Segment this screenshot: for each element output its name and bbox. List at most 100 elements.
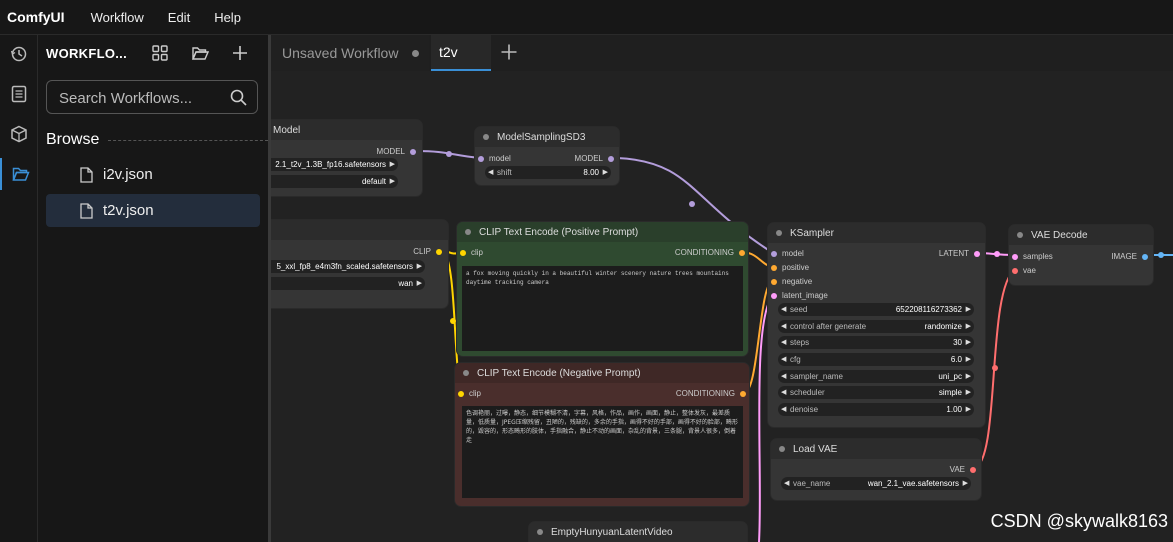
input-samples[interactable]: samples [1012, 252, 1053, 261]
arrow-left-icon[interactable]: ◀ [781, 322, 786, 330]
node-collapse-dot[interactable] [1017, 232, 1023, 238]
arrow-right-icon[interactable]: ▶ [966, 338, 971, 346]
browse-heading: Browse [46, 131, 100, 148]
input-negative[interactable]: negative [771, 277, 812, 286]
input-clip[interactable]: clip [460, 248, 483, 257]
widget-value: wan_2.1_vae.safetensors [867, 479, 959, 488]
node-collapse-dot[interactable] [463, 370, 469, 376]
widget-sampler-name[interactable]: ◀ sampler_name uni_pc ▶ [778, 370, 974, 383]
widget-label: denoise [790, 405, 819, 414]
output-clip[interactable]: CLIP [413, 247, 442, 256]
node-collapse-dot[interactable] [776, 230, 782, 236]
node-clip-text-encode-positive[interactable]: CLIP Text Encode (Positive Prompt) clip … [457, 222, 748, 356]
output-model[interactable]: MODEL [377, 147, 416, 156]
arrow-left-icon[interactable]: ◀ [781, 355, 786, 363]
node-clip-text-encode-negative[interactable]: CLIP Text Encode (Negative Prompt) clip … [455, 363, 749, 506]
input-model[interactable]: model [771, 249, 804, 258]
arrow-left-icon[interactable]: ◀ [781, 405, 786, 413]
output-image[interactable]: IMAGE [1111, 252, 1148, 261]
tab-t2v[interactable]: t2v [431, 35, 491, 71]
search-icon[interactable] [230, 89, 247, 111]
node-collapse-dot[interactable] [779, 446, 785, 452]
arrow-right-icon[interactable]: ▶ [417, 262, 422, 270]
node-collapse-dot[interactable] [483, 134, 489, 140]
arrow-left-icon[interactable]: ◀ [781, 305, 786, 313]
arrow-right-icon[interactable]: ▶ [966, 355, 971, 363]
workflow-file-item-selected[interactable]: t2v.json [46, 194, 260, 227]
input-vae[interactable]: vae [1012, 266, 1036, 275]
widget-weight-dtype[interactable]: default ▶ [271, 175, 398, 188]
node-collapse-dot[interactable] [537, 529, 543, 535]
port-label: CONDITIONING [675, 389, 735, 398]
arrow-left-icon[interactable]: ◀ [488, 168, 493, 176]
widget-cfg[interactable]: ◀ cfg 6.0 ▶ [778, 353, 974, 366]
arrow-right-icon[interactable]: ▶ [966, 388, 971, 396]
widget-shift[interactable]: ◀ shift 8.00 ▶ [485, 166, 611, 179]
menu-workflow[interactable]: Workflow [91, 10, 144, 25]
search-workflows-input[interactable] [57, 87, 226, 109]
new-tab-plus-icon[interactable] [500, 43, 518, 66]
port-dot [478, 155, 484, 162]
port-dot [771, 292, 777, 299]
menu-edit[interactable]: Edit [168, 10, 190, 25]
arrow-right-icon[interactable]: ▶ [966, 372, 971, 380]
widget-vae-name[interactable]: ◀ vae_name wan_2.1_vae.safetensors ▶ [781, 477, 971, 490]
widget-clip-type[interactable]: wan ▶ [271, 277, 425, 290]
input-model[interactable]: model [478, 154, 511, 163]
workflows-folder-icon[interactable] [0, 158, 39, 190]
node-empty-hunyuan-latent-video[interactable]: EmptyHunyuanLatentVideo [529, 522, 747, 542]
grid-view-icon[interactable] [150, 43, 170, 63]
input-latent-image[interactable]: latent_image [771, 291, 828, 300]
output-vae[interactable]: VAE [950, 465, 976, 474]
output-conditioning[interactable]: CONDITIONING [675, 248, 745, 257]
arrow-right-icon[interactable]: ▶ [966, 322, 971, 330]
widget-steps[interactable]: ◀ steps 30 ▶ [778, 336, 974, 349]
arrow-left-icon[interactable]: ◀ [781, 388, 786, 396]
workflow-file-item[interactable]: i2v.json [46, 158, 260, 191]
app-brand[interactable]: ComfyUI [7, 9, 65, 25]
widget-unet-name[interactable]: 2.1_t2v_1.3B_fp16.safetensors ▶ [271, 158, 398, 171]
link-midpoint [446, 151, 452, 157]
menu-help[interactable]: Help [214, 10, 241, 25]
port-dot [740, 390, 746, 397]
node-vae-decode[interactable]: VAE Decode samples vae IMAGE [1009, 225, 1153, 285]
port-dot [771, 278, 777, 285]
prompt-textarea[interactable]: 色调艳丽，过曝，静态，细节模糊不清，字幕，风格，作品，画作，画面，静止，整体发灰… [462, 406, 743, 498]
arrow-left-icon[interactable]: ◀ [781, 372, 786, 380]
output-latent[interactable]: LATENT [939, 249, 980, 258]
widget-denoise[interactable]: ◀ denoise 1.00 ▶ [778, 403, 974, 416]
input-clip[interactable]: clip [458, 389, 481, 398]
node-model-sampling-sd3[interactable]: ModelSamplingSD3 model MODEL ◀ shift 8.0… [475, 127, 619, 185]
queue-list-icon[interactable] [0, 78, 37, 110]
tab-unsaved-workflow[interactable]: Unsaved Workflow [271, 35, 429, 71]
output-model[interactable]: MODEL [575, 154, 614, 163]
new-workflow-plus-icon[interactable] [230, 43, 250, 63]
widget-clip-name[interactable]: 5_xxl_fp8_e4m3fn_scaled.safetensors ▶ [271, 260, 425, 273]
arrow-left-icon[interactable]: ◀ [784, 479, 789, 487]
node-collapse-dot[interactable] [465, 229, 471, 235]
arrow-right-icon[interactable]: ▶ [963, 479, 968, 487]
history-icon[interactable] [0, 38, 37, 70]
widget-scheduler[interactable]: ◀ scheduler simple ▶ [778, 386, 974, 399]
arrow-right-icon[interactable]: ▶ [603, 168, 608, 176]
prompt-textarea[interactable]: a fox moving quickly in a beautiful wint… [462, 266, 743, 351]
node-load-diffusion-model[interactable]: Model MODEL 2.1_t2v_1.3B_fp16.safetensor… [271, 120, 422, 196]
node-load-vae[interactable]: Load VAE VAE ◀ vae_name wan_2.1_vae.safe… [771, 439, 981, 500]
node-load-clip[interactable]: CLIP 5_xxl_fp8_e4m3fn_scaled.safetensors… [271, 220, 448, 308]
port-label: LATENT [938, 249, 969, 258]
port-dot [970, 466, 976, 473]
widget-seed[interactable]: ◀ seed 652208116273362 ▶ [778, 303, 974, 316]
arrow-left-icon[interactable]: ◀ [781, 338, 786, 346]
arrow-right-icon[interactable]: ▶ [966, 305, 971, 313]
arrow-right-icon[interactable]: ▶ [390, 177, 395, 185]
output-conditioning[interactable]: CONDITIONING [676, 389, 746, 398]
open-folder-icon[interactable] [190, 43, 210, 63]
arrow-right-icon[interactable]: ▶ [966, 405, 971, 413]
arrow-right-icon[interactable]: ▶ [390, 160, 395, 168]
input-positive[interactable]: positive [771, 263, 809, 272]
model-library-cube-icon[interactable] [0, 118, 37, 150]
widget-control-after-generate[interactable]: ◀ control after generate randomize ▶ [778, 320, 974, 333]
node-ksampler[interactable]: KSampler model positive negative latent_… [768, 223, 985, 427]
arrow-right-icon[interactable]: ▶ [417, 279, 422, 287]
node-graph-canvas[interactable]: Model MODEL 2.1_t2v_1.3B_fp16.safetensor… [271, 71, 1173, 542]
